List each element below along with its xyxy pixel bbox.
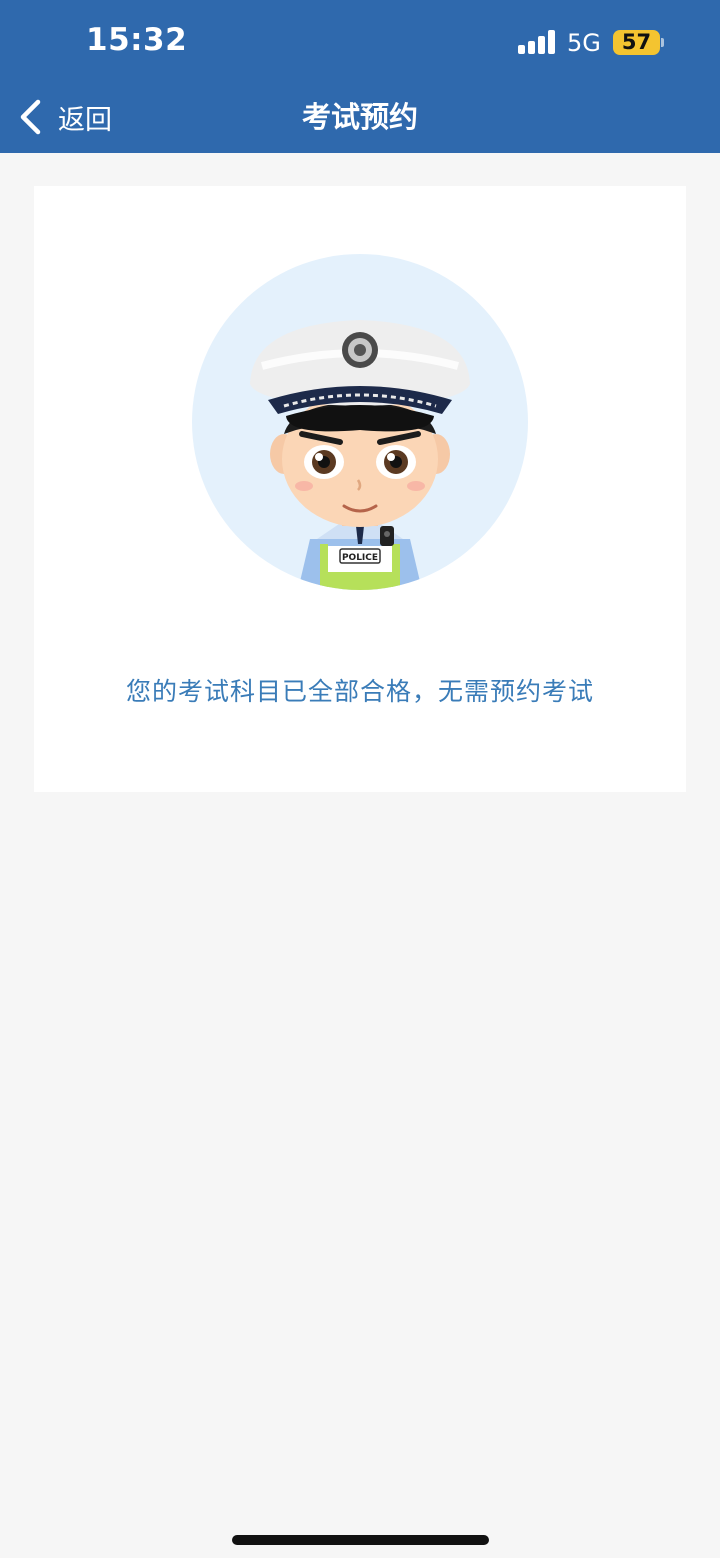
back-button[interactable]: 返回 [18, 96, 128, 138]
network-type: 5G [567, 29, 601, 57]
chevron-left-icon [18, 99, 44, 135]
result-message: 您的考试科目已全部合格，无需预约考试 [125, 677, 594, 706]
status-time: 15:32 [86, 22, 188, 58]
cellular-signal-icon [518, 30, 556, 54]
app-header: 15:32 5G 57 考试预约 返回 [0, 0, 720, 153]
police-badge-label: POLICE [342, 553, 378, 563]
home-indicator[interactable] [232, 1535, 489, 1545]
battery-tip [661, 38, 664, 47]
result-card: POLICE 您的考试科目已全部合格，无需预约考试 [34, 186, 686, 792]
police-avatar: POLICE [192, 254, 528, 590]
battery-icon: 57 [613, 30, 660, 55]
back-label: 返回 [58, 104, 112, 136]
